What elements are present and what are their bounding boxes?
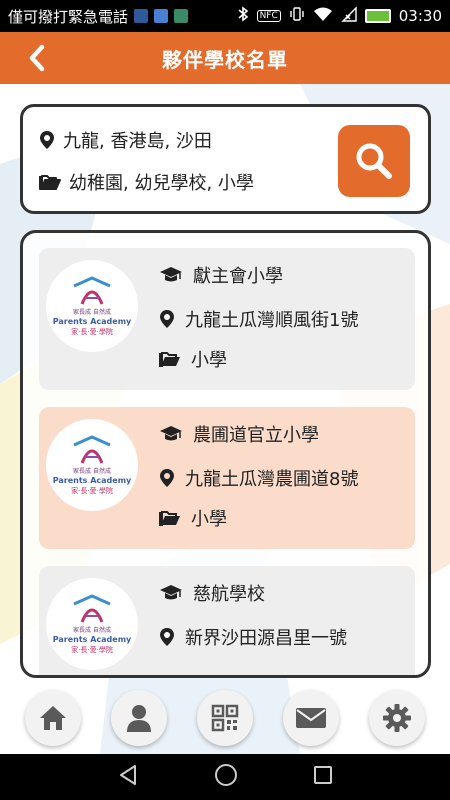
status-time: 03:30 (398, 7, 442, 25)
graduation-cap-icon (160, 267, 182, 282)
parents-academy-logo: 家長成 自然成 Parents Academy 家·長·愛·學院 (46, 260, 138, 352)
mail-button[interactable] (283, 690, 339, 746)
nfc-icon: NFC (256, 10, 281, 22)
no-signal-icon (341, 6, 357, 26)
recents-nav-icon[interactable] (313, 765, 333, 789)
graduation-cap-icon (160, 585, 182, 600)
map-marker-icon (40, 131, 54, 149)
qr-code-button[interactable] (197, 690, 253, 746)
district-filter-text: 九龍, 香港島, 沙田 (63, 131, 212, 152)
school-type: 小學 (191, 509, 227, 530)
school-card[interactable]: 家長成 自然成 Parents Academy 家·長·愛·學院 農圃道官立小學… (39, 407, 415, 549)
gear-icon (383, 704, 411, 732)
school-name: 慈航學校 (193, 584, 265, 605)
school-address: 九龍土瓜灣農圃道8號 (185, 469, 359, 490)
parents-academy-logo: 家長成 自然成 Parents Academy 家·長·愛·學院 (46, 419, 138, 511)
battery-icon (364, 9, 391, 23)
back-button[interactable] (22, 41, 52, 75)
map-marker-icon (160, 310, 174, 328)
school-name: 農圃道官立小學 (193, 425, 319, 446)
wifi-icon (313, 6, 333, 26)
qr-code-icon (211, 704, 239, 732)
notification-text: 僅可撥打緊急電話 (8, 7, 129, 26)
settings-button[interactable] (369, 690, 425, 746)
district-filter[interactable]: 九龍, 香港島, 沙田 (39, 127, 212, 153)
academy-logo-icon (73, 434, 111, 464)
back-nav-icon[interactable] (117, 764, 139, 790)
status-bar: 僅可撥打緊急電話 NFC 03:30 (0, 0, 450, 32)
school-name: 獻主會小學 (193, 266, 283, 287)
school-address: 新界沙田源昌里一號 (185, 628, 347, 649)
mail-icon (296, 708, 326, 728)
home-icon (40, 706, 66, 730)
folder-open-icon (159, 352, 180, 367)
vibrate-icon (289, 6, 305, 26)
home-nav-icon[interactable] (214, 763, 238, 791)
system-navigation-bar (0, 754, 450, 800)
page-title: 夥伴學校名單 (162, 47, 288, 72)
folder-open-icon (39, 175, 61, 190)
school-address: 九龍土瓜灣順風街1號 (185, 310, 359, 331)
notification-icon (134, 9, 149, 23)
academy-logo-icon (73, 275, 111, 305)
school-type-filter-text: 幼稚園, 幼兒學校, 小學 (69, 173, 254, 194)
profile-icon (127, 705, 151, 732)
map-marker-icon (160, 469, 174, 487)
bottom-navigation (0, 686, 450, 752)
map-marker-icon (160, 628, 174, 646)
usb-icon (154, 9, 169, 23)
folder-open-icon (159, 511, 180, 526)
app-header: 夥伴學校名單 (0, 32, 450, 84)
chevron-left-icon (29, 44, 45, 72)
bluetooth-icon (237, 6, 249, 26)
academy-logo-icon (73, 593, 111, 623)
search-icon (356, 143, 392, 179)
school-card[interactable]: 家長成 自然成 Parents Academy 家·長·愛·學院 獻主會小學 九… (39, 248, 415, 390)
parents-academy-logo: 家長成 自然成 Parents Academy 家·長·愛·學院 (46, 578, 138, 670)
profile-button[interactable] (111, 690, 167, 746)
search-button[interactable] (338, 125, 410, 197)
school-type: 小學 (191, 350, 227, 371)
image-icon (174, 9, 189, 23)
home-button[interactable] (25, 690, 81, 746)
search-filter-card: 九龍, 香港島, 沙田 幼稚園, 幼兒學校, 小學 (20, 104, 431, 214)
school-list: 家長成 自然成 Parents Academy 家·長·愛·學院 獻主會小學 九… (20, 230, 431, 678)
graduation-cap-icon (160, 426, 182, 441)
school-card[interactable]: 家長成 自然成 Parents Academy 家·長·愛·學院 慈航學校 新界… (39, 566, 415, 675)
school-type-filter[interactable]: 幼稚園, 幼兒學校, 小學 (39, 169, 254, 195)
